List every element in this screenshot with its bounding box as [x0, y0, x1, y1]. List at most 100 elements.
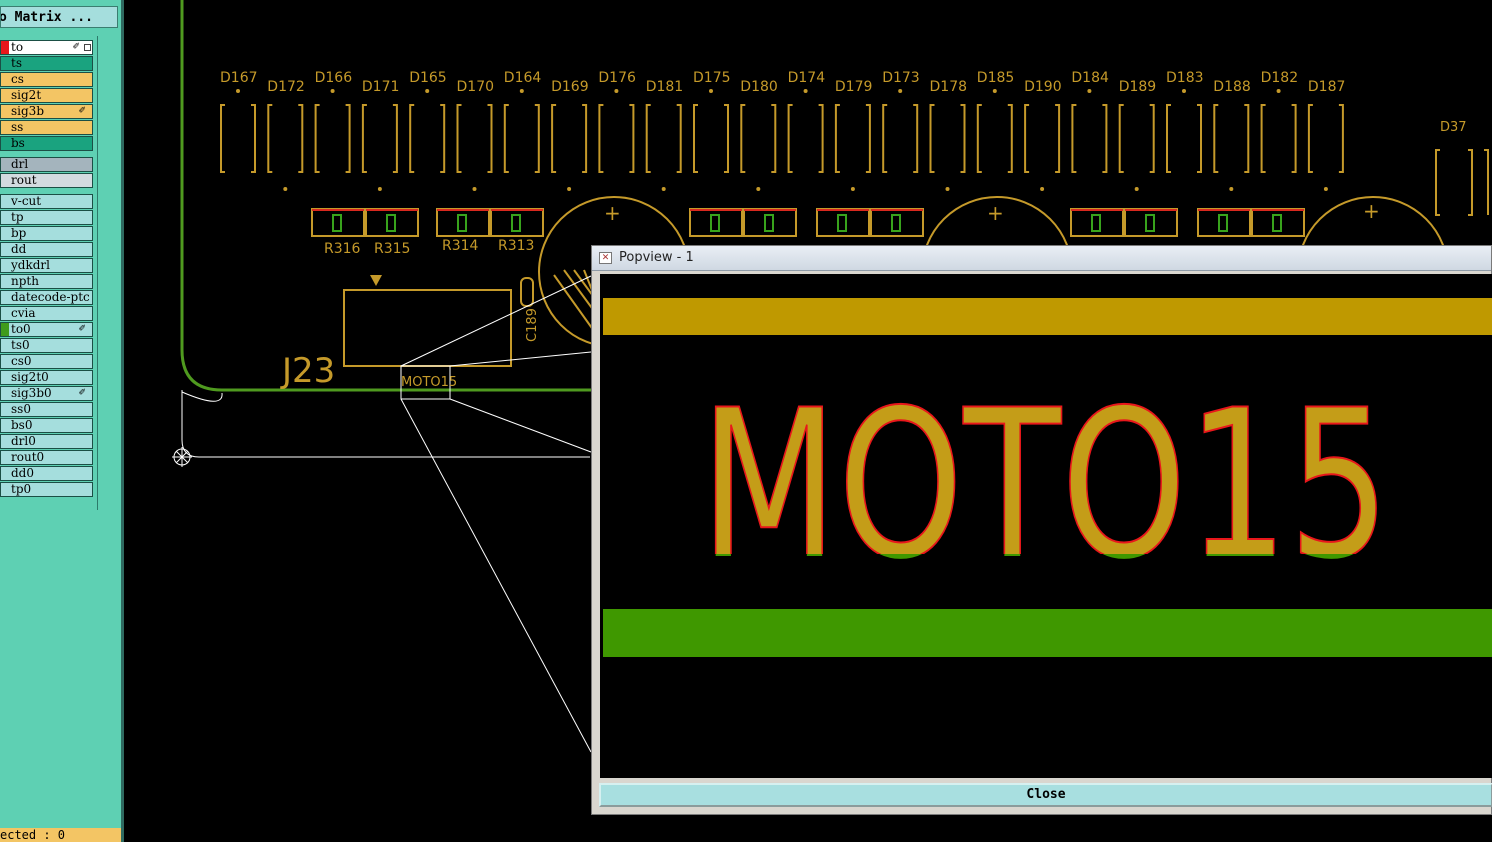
layer-name: cs [11, 72, 24, 86]
diode-pin1-dot [945, 187, 950, 191]
layer-v-cut[interactable]: v-cut [0, 194, 93, 209]
layer-bs[interactable]: bs [0, 136, 93, 151]
layer-ss[interactable]: ss [0, 120, 93, 135]
diode-pin1-dot [661, 187, 666, 191]
layer-drl0[interactable]: drl0 [0, 434, 93, 449]
layer-ts0[interactable]: ts0 [0, 338, 93, 353]
diode-label: D174 [788, 70, 826, 86]
layer-tp[interactable]: tp [0, 210, 93, 225]
diode-footprint [1166, 104, 1202, 173]
resistor-pad [764, 214, 774, 232]
layer-sig2t[interactable]: sig2t [0, 88, 93, 103]
layer-bp[interactable]: bp [0, 226, 93, 241]
layer-name: ss [11, 120, 24, 134]
layer-bs0[interactable]: bs0 [0, 418, 93, 433]
resistor-pad [891, 214, 901, 232]
diode-footprint [314, 104, 351, 173]
diode-pin1-dot [756, 187, 761, 191]
layer-dd[interactable]: dd [0, 242, 93, 257]
resistor-pad [511, 214, 521, 232]
layer-to0[interactable]: to0 ✐ [0, 322, 93, 337]
diode-pin1-dot [236, 89, 240, 93]
resistor-pad [386, 214, 396, 232]
diode-pin1-dot [709, 89, 713, 93]
layer-sig3b[interactable]: sig3b ✐ [0, 104, 93, 119]
layer-ss0[interactable]: ss0 [0, 402, 93, 417]
layer-sig2t0[interactable]: sig2t0 [0, 370, 93, 385]
layer-name: sig3b [11, 104, 44, 118]
diode-label: D166 [315, 70, 353, 86]
popview-titlebar[interactable]: ✕ Popview - 1 [592, 246, 1491, 271]
layer-ydkdrl[interactable]: ydkdrl [0, 258, 93, 273]
layer-tp0[interactable]: tp0 [0, 482, 93, 497]
diode-label: D176 [598, 70, 636, 86]
moto-small-label: MOTO15 [401, 375, 457, 390]
layer-sig3b0[interactable]: sig3b0 ✐ [0, 386, 93, 401]
layer-name: bp [11, 226, 27, 240]
d37-label: D37 [1440, 120, 1467, 135]
diode-footprint [1024, 104, 1061, 173]
diode-label: D170 [457, 79, 495, 95]
diode-footprint [693, 104, 729, 173]
resistor-pad [1145, 214, 1155, 232]
close-button[interactable]: Close [599, 783, 1492, 807]
layer-npth[interactable]: npth [0, 274, 93, 289]
diode-pin1-dot [1323, 187, 1328, 191]
layer-name: rout0 [11, 450, 45, 464]
diode-pin1-dot [803, 89, 808, 93]
diode-label: D189 [1119, 79, 1157, 95]
layer-name: ydkdrl [11, 258, 50, 272]
diode-pin1-dot [614, 89, 619, 93]
layer-name: tp [11, 210, 24, 224]
diode-footprint [220, 104, 256, 173]
top-copper-band [603, 298, 1492, 335]
layer-rout0[interactable]: rout0 [0, 450, 93, 465]
diode-pin1-dot [898, 89, 903, 93]
edit-icon: ✐ [78, 324, 86, 334]
diode-pin1-dot [850, 187, 855, 191]
connector-j23 [343, 289, 512, 367]
diode-label: D190 [1024, 79, 1062, 95]
layer-name: sig2t [11, 88, 42, 102]
diode-label: D187 [1308, 79, 1346, 95]
window-icon: ✕ [599, 252, 612, 264]
layer-dd0[interactable]: dd0 [0, 466, 93, 481]
diode-label: D181 [646, 79, 684, 95]
diode-label: D184 [1071, 70, 1109, 86]
diode-footprint [740, 104, 777, 173]
diode-pin1-dot [519, 89, 524, 93]
layer-list: to ✐ ts cs sig2t sig3b ✐ ss bs drl rout v-cut tp bp dd… [0, 36, 98, 510]
cap-plus-3: + [1363, 199, 1380, 223]
layer-drl[interactable]: drl [0, 157, 93, 172]
layer-rout[interactable]: rout [0, 173, 93, 188]
diode-footprint [976, 104, 1013, 173]
diode-footprint [1260, 104, 1297, 173]
diode-footprint [598, 104, 635, 173]
bottom-copper-band [603, 609, 1492, 657]
layer-cvia[interactable]: cvia [0, 306, 93, 321]
layer-name: ss0 [11, 402, 31, 416]
layer-to[interactable]: to ✐ [0, 40, 93, 55]
diode-pin1-dot [1040, 187, 1045, 191]
diode-footprint [1307, 104, 1344, 173]
layer-name: drl [11, 157, 29, 171]
board-notch-curve [181, 391, 223, 402]
resistor-pad [837, 214, 847, 232]
layer-ts[interactable]: ts [0, 56, 93, 71]
edit-icon: ✐ [78, 388, 86, 398]
diode-footprint [503, 104, 540, 173]
diode-pin1-dot [1182, 89, 1186, 93]
diode-pin1-dot [1276, 89, 1281, 93]
layer-name: sig2t0 [11, 370, 49, 384]
origin-icon [172, 447, 192, 467]
layer-cs0[interactable]: cs0 [0, 354, 93, 369]
layer-name: sig3b0 [11, 386, 52, 400]
layer-name: npth [11, 274, 39, 288]
layer-cs[interactable]: cs [0, 72, 93, 87]
matrix-button[interactable]: o Matrix ... [0, 6, 118, 28]
layer-color-swatch [1, 41, 9, 54]
popview-viewport[interactable]: MOTO15 MOTO15 [600, 274, 1492, 778]
diode-footprint [551, 104, 588, 173]
layer-datecode-ptc[interactable]: datecode-ptc [0, 290, 93, 305]
diode-pin1-dot [330, 89, 335, 93]
